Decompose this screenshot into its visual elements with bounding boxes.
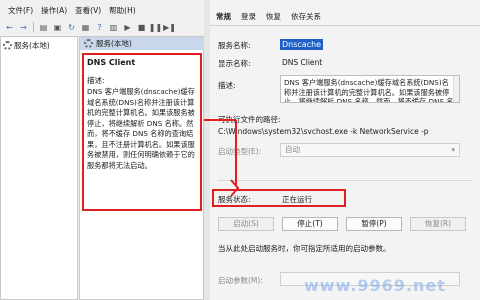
stop-button[interactable]: 停止(T) bbox=[282, 217, 338, 231]
resume-button[interactable]: 恢复(R) bbox=[410, 217, 466, 231]
toolbar-divider bbox=[33, 22, 34, 32]
play-icon[interactable]: ▶ bbox=[122, 22, 133, 33]
startup-type-value: 自动 bbox=[285, 145, 300, 154]
restart-icon[interactable]: ▶❚ bbox=[163, 22, 176, 33]
up-icon[interactable]: ▤ bbox=[38, 22, 49, 33]
display-name-value[interactable]: DNS Client bbox=[282, 58, 322, 67]
gear-icon bbox=[84, 39, 93, 48]
tab-recovery[interactable]: 恢复 bbox=[266, 10, 281, 24]
exe-path-label: 可执行文件的路径: bbox=[218, 115, 281, 124]
display-name-label: 显示名称: bbox=[218, 59, 251, 68]
menu-view[interactable]: 查看(V) bbox=[71, 4, 105, 18]
description-field[interactable]: DNS 客户端服务(dnscache)缓存域名系统(DNS)名称并注册该计算机的… bbox=[280, 75, 460, 103]
forward-icon[interactable]: → bbox=[18, 22, 29, 33]
start-button[interactable]: 启动(S) bbox=[218, 217, 274, 231]
tree-item-label: 服务(本地) bbox=[14, 41, 50, 50]
properties-icon[interactable]: ▥ bbox=[108, 22, 119, 33]
description-label: 描述: bbox=[218, 81, 236, 90]
start-params-label: 启动参数(M): bbox=[218, 276, 263, 285]
toolbar: ← → ▤ ▣ ↻ ▦ ? ▥ ▶ ■ ❚❚ ▶❚ bbox=[0, 20, 204, 34]
pause-icon[interactable]: ❚❚ bbox=[149, 22, 162, 33]
menu-help[interactable]: 帮助(H) bbox=[105, 4, 140, 18]
chevron-down-icon: ▾ bbox=[451, 146, 455, 154]
tab-divider bbox=[210, 25, 480, 26]
properties-dialog: 常规 登录 恢复 依存关系 服务名称: Dnscache 显示名称: DNS C… bbox=[210, 0, 480, 300]
back-icon[interactable]: ← bbox=[4, 22, 15, 33]
description-label: 描述: bbox=[87, 76, 105, 85]
export-icon[interactable]: ▦ bbox=[80, 22, 91, 33]
services-console-window: 文件(F) 操作(A) 查看(V) 帮助(H) ← → ▤ ▣ ↻ ▦ ? ▥ … bbox=[0, 0, 204, 300]
exe-path-value[interactable]: C:\Windows\system32\svchost.exe -k Netwo… bbox=[218, 127, 429, 136]
tab-general[interactable]: 常规 bbox=[216, 10, 231, 24]
startup-type-select[interactable]: 自动 ▾ bbox=[280, 143, 460, 157]
tab-dependencies[interactable]: 依存关系 bbox=[291, 10, 321, 24]
gear-icon bbox=[3, 41, 12, 50]
pause-button[interactable]: 暂停(P) bbox=[346, 217, 402, 231]
refresh-icon[interactable]: ↻ bbox=[66, 22, 77, 33]
description-scrollbar[interactable] bbox=[453, 76, 459, 102]
menu-file[interactable]: 文件(F) bbox=[4, 4, 37, 18]
service-status-value: 正在运行 bbox=[282, 195, 312, 204]
pane-header-label: 服务(本地) bbox=[96, 39, 132, 48]
service-name-value[interactable]: Dnscache bbox=[280, 39, 324, 50]
section-divider bbox=[218, 180, 473, 181]
description-value: DNS 客户端服务(dnscache)缓存域名系统(DNS)名称并注册该计算机的… bbox=[284, 78, 454, 103]
description-text: DNS 客户端服务(dnscache)缓存域名系统(DNS)名称并注册该计算机的… bbox=[87, 87, 195, 170]
start-params-hint: 当从此处启动服务时，你可指定所适用的启动参数。 bbox=[218, 244, 391, 253]
tab-logon[interactable]: 登录 bbox=[241, 10, 256, 24]
console-tree: 服务(本地) bbox=[0, 36, 78, 300]
menu-action[interactable]: 操作(A) bbox=[37, 4, 71, 18]
service-status-label: 服务状态: bbox=[218, 195, 251, 204]
console-icon[interactable]: ▣ bbox=[52, 22, 63, 33]
service-name-label: 服务名称: bbox=[218, 41, 251, 50]
menu-bar: 文件(F) 操作(A) 查看(V) 帮助(H) bbox=[0, 4, 140, 18]
watermark: www.9969.net bbox=[304, 276, 446, 295]
help-icon[interactable]: ? bbox=[94, 22, 105, 33]
service-title: DNS Client bbox=[87, 58, 136, 67]
pane-header: 服务(本地) bbox=[80, 37, 204, 50]
stop-icon[interactable]: ■ bbox=[136, 22, 147, 33]
tab-strip: 常规 登录 恢复 依存关系 bbox=[210, 10, 321, 24]
services-pane: 服务(本地) DNS Client 描述: DNS 客户端服务(dnscache… bbox=[79, 36, 204, 300]
startup-type-label: 启动类型(E): bbox=[218, 147, 262, 156]
tree-item-services-local[interactable]: 服务(本地) bbox=[3, 40, 50, 51]
service-description-panel: DNS Client 描述: DNS 客户端服务(dnscache)缓存域名系统… bbox=[82, 53, 202, 211]
